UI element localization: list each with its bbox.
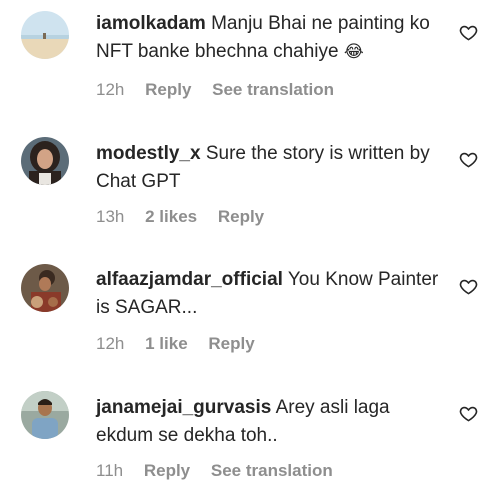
heart-outline-icon[interactable]: [459, 23, 478, 42]
avatar-image: [21, 137, 69, 185]
comment-username[interactable]: janamejai_gurvasis: [96, 397, 271, 418]
comment-text: iamolkadam Manju Bhai ne painting ko NFT…: [96, 10, 441, 66]
heart-outline-icon[interactable]: [459, 150, 478, 169]
avatar[interactable]: [21, 137, 69, 185]
laughing-emoji-icon: 😂: [343, 42, 364, 61]
avatar[interactable]: [21, 264, 69, 312]
likes-count[interactable]: 2 likes: [145, 207, 197, 226]
reply-button[interactable]: Reply: [208, 334, 254, 353]
comment-text: alfaazjamdar_official You Know Painter i…: [96, 266, 441, 322]
comment-meta: 12h Reply See translation: [96, 79, 350, 101]
comment-text: modestly_x Sure the story is written by …: [96, 140, 441, 196]
heart-outline-icon[interactable]: [459, 277, 478, 296]
comment-time: 12h: [96, 80, 125, 99]
avatar[interactable]: [21, 11, 69, 59]
comment-text: janamejai_gurvasis Arey asli laga ekdum …: [96, 394, 441, 450]
reply-button[interactable]: Reply: [145, 80, 191, 99]
comment-time: 13h: [96, 207, 125, 226]
see-translation-button[interactable]: See translation: [211, 461, 333, 480]
comment-username[interactable]: alfaazjamdar_official: [96, 269, 283, 290]
avatar-image: [21, 391, 69, 439]
avatar-image: [21, 264, 69, 312]
avatar-image: [21, 11, 69, 59]
comment-username[interactable]: iamolkadam: [96, 13, 206, 34]
comment-meta: 12h 1 like Reply: [96, 333, 271, 355]
reply-button[interactable]: Reply: [218, 207, 264, 226]
comment-username[interactable]: modestly_x: [96, 143, 201, 164]
likes-count[interactable]: 1 like: [145, 334, 188, 353]
avatar[interactable]: [21, 391, 69, 439]
comment-meta: 13h 2 likes Reply: [96, 206, 280, 228]
comment-time: 12h: [96, 334, 125, 353]
reply-button[interactable]: Reply: [144, 461, 190, 480]
see-translation-button[interactable]: See translation: [212, 80, 334, 99]
comment-time: 11h: [96, 461, 124, 480]
comment-meta: 11h Reply See translation: [96, 460, 349, 482]
heart-outline-icon[interactable]: [459, 404, 478, 423]
